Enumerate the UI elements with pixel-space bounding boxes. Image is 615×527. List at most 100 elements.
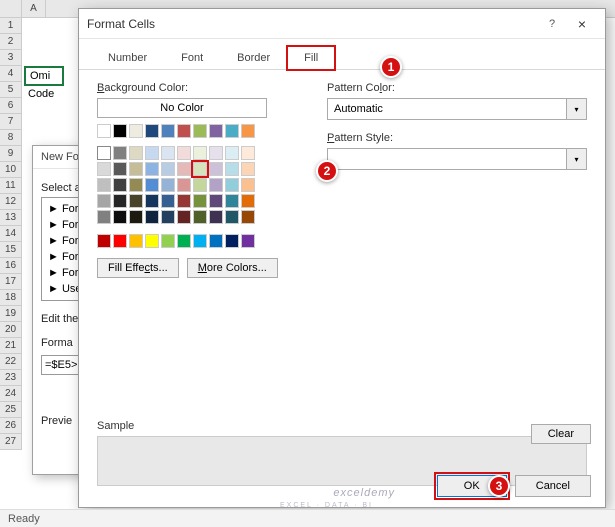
color-swatch[interactable]	[177, 210, 191, 224]
row-header[interactable]: 27	[0, 434, 21, 450]
row-header[interactable]: 8	[0, 130, 21, 146]
color-swatch[interactable]	[209, 194, 223, 208]
color-swatch[interactable]	[193, 178, 207, 192]
cell-value[interactable]: Code	[24, 86, 58, 102]
color-swatch[interactable]	[193, 210, 207, 224]
color-swatch[interactable]	[209, 146, 223, 160]
color-swatch[interactable]	[113, 162, 127, 176]
row-header[interactable]: 12	[0, 194, 21, 210]
color-swatch[interactable]	[193, 146, 207, 160]
color-swatch[interactable]	[129, 146, 143, 160]
cancel-button[interactable]: Cancel	[515, 475, 591, 497]
color-swatch[interactable]	[241, 124, 255, 138]
color-swatch[interactable]	[193, 194, 207, 208]
color-swatch[interactable]	[145, 210, 159, 224]
help-button[interactable]: ?	[537, 18, 567, 30]
row-header[interactable]: 1	[0, 18, 21, 34]
row-header[interactable]: 13	[0, 210, 21, 226]
color-swatch[interactable]	[177, 162, 191, 176]
color-swatch[interactable]	[241, 194, 255, 208]
color-swatch[interactable]	[145, 146, 159, 160]
row-header[interactable]: 14	[0, 226, 21, 242]
row-header[interactable]: 21	[0, 338, 21, 354]
color-swatch[interactable]	[241, 210, 255, 224]
chevron-down-icon[interactable]: ▾	[567, 98, 587, 120]
color-swatch[interactable]	[225, 146, 239, 160]
color-swatch[interactable]	[177, 194, 191, 208]
color-swatch[interactable]	[161, 234, 175, 248]
color-swatch[interactable]	[241, 146, 255, 160]
color-swatch[interactable]	[209, 234, 223, 248]
color-swatch[interactable]	[225, 210, 239, 224]
select-all-corner[interactable]	[0, 0, 22, 17]
color-swatch[interactable]	[225, 234, 239, 248]
color-swatch[interactable]	[129, 178, 143, 192]
row-header[interactable]: 16	[0, 258, 21, 274]
row-header[interactable]: 20	[0, 322, 21, 338]
color-swatch[interactable]	[241, 178, 255, 192]
tab-border[interactable]: Border	[220, 46, 287, 70]
color-swatch[interactable]	[97, 162, 111, 176]
color-swatch[interactable]	[145, 162, 159, 176]
color-swatch[interactable]	[161, 162, 175, 176]
color-swatch[interactable]	[177, 178, 191, 192]
color-swatch[interactable]	[177, 146, 191, 160]
no-color-button[interactable]: No Color	[97, 98, 267, 118]
color-swatch[interactable]	[225, 162, 239, 176]
more-colors-button[interactable]: More Colors...	[187, 258, 278, 278]
close-button[interactable]: ×	[567, 16, 597, 32]
color-swatch[interactable]	[193, 162, 207, 176]
color-swatch[interactable]	[145, 194, 159, 208]
color-swatch[interactable]	[97, 178, 111, 192]
row-header[interactable]: 9	[0, 146, 21, 162]
color-swatch[interactable]	[161, 194, 175, 208]
color-swatch[interactable]	[129, 124, 143, 138]
color-swatch[interactable]	[241, 162, 255, 176]
color-swatch[interactable]	[129, 234, 143, 248]
no-color-swatch[interactable]	[97, 146, 111, 160]
pattern-style-select[interactable]	[327, 148, 567, 170]
color-swatch[interactable]	[129, 162, 143, 176]
color-swatch[interactable]	[97, 234, 111, 248]
row-header[interactable]: 10	[0, 162, 21, 178]
clear-button[interactable]: Clear	[531, 424, 591, 444]
row-header[interactable]: 3	[0, 50, 21, 66]
row-header[interactable]: 23	[0, 370, 21, 386]
color-swatch[interactable]	[209, 210, 223, 224]
row-header[interactable]: 11	[0, 178, 21, 194]
color-swatch[interactable]	[145, 234, 159, 248]
row-header[interactable]: 15	[0, 242, 21, 258]
row-header[interactable]: 25	[0, 402, 21, 418]
color-swatch[interactable]	[113, 234, 127, 248]
color-swatch[interactable]	[113, 210, 127, 224]
color-swatch[interactable]	[145, 178, 159, 192]
row-header[interactable]: 4	[0, 66, 21, 82]
color-swatch[interactable]	[129, 210, 143, 224]
color-swatch[interactable]	[225, 178, 239, 192]
tab-number[interactable]: Number	[91, 46, 164, 70]
color-swatch[interactable]	[225, 194, 239, 208]
color-swatch[interactable]	[113, 146, 127, 160]
row-header[interactable]: 5	[0, 82, 21, 98]
color-swatch[interactable]	[97, 194, 111, 208]
row-header[interactable]: 24	[0, 386, 21, 402]
pattern-color-select[interactable]: Automatic	[327, 98, 567, 120]
color-swatch[interactable]	[241, 234, 255, 248]
cell-active[interactable]: Omi	[24, 66, 64, 86]
color-swatch[interactable]	[209, 162, 223, 176]
color-swatch[interactable]	[97, 210, 111, 224]
dialog-titlebar[interactable]: Format Cells ? ×	[79, 9, 605, 39]
row-header[interactable]: 22	[0, 354, 21, 370]
color-swatch[interactable]	[113, 178, 127, 192]
color-swatch[interactable]	[193, 234, 207, 248]
color-swatch[interactable]	[209, 178, 223, 192]
color-swatch[interactable]	[161, 124, 175, 138]
row-header[interactable]: 19	[0, 306, 21, 322]
tab-font[interactable]: Font	[164, 46, 220, 70]
color-swatch[interactable]	[161, 178, 175, 192]
color-swatch[interactable]	[161, 146, 175, 160]
row-header[interactable]: 26	[0, 418, 21, 434]
row-header[interactable]: 18	[0, 290, 21, 306]
color-swatch[interactable]	[129, 194, 143, 208]
row-header[interactable]: 2	[0, 34, 21, 50]
